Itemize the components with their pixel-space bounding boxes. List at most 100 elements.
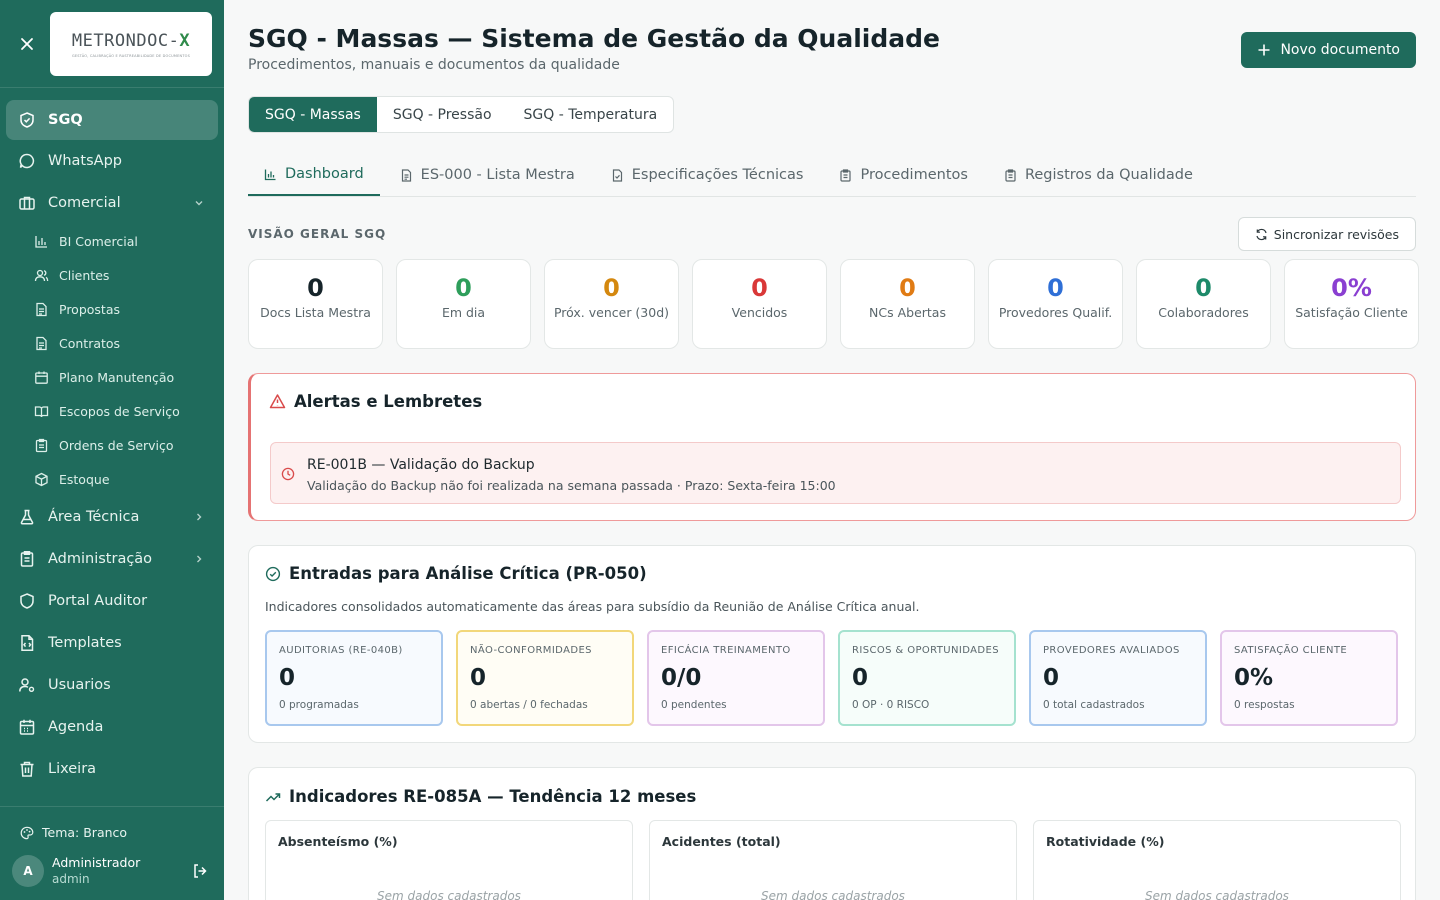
sidebar-item-portal-auditor[interactable]: Portal Auditor bbox=[0, 580, 224, 622]
indicator-empty-text: Sem dados cadastrados bbox=[761, 889, 905, 900]
file-text-icon bbox=[34, 302, 49, 317]
new-document-button[interactable]: Novo documento bbox=[1241, 32, 1416, 68]
page-title: SGQ - Massas — Sistema de Gestão da Qual… bbox=[248, 24, 940, 53]
kpi-label: SATISFAÇÃO CLIENTE bbox=[1234, 645, 1348, 656]
users-icon bbox=[34, 268, 49, 283]
clipboard-list-icon bbox=[1004, 168, 1017, 182]
kpi-value: 0% bbox=[1234, 665, 1274, 691]
stat-card: 0 Vencidos bbox=[692, 259, 827, 349]
trending-up-icon bbox=[265, 789, 281, 805]
sidebar-subitem-ordens[interactable]: Ordens de Serviço bbox=[0, 428, 224, 462]
sidebar-subitem-propostas[interactable]: Propostas bbox=[0, 292, 224, 326]
kpi-value: 0/0 bbox=[661, 665, 702, 691]
indicators-grid: Absenteísmo (%) Sem dados cadastrados Aci… bbox=[265, 820, 1401, 900]
indicator-name: Acidentes (total) bbox=[662, 834, 781, 849]
chevron-right-icon bbox=[192, 510, 206, 524]
indicator-name: Absenteísmo (%) bbox=[278, 834, 398, 849]
avatar: A bbox=[12, 855, 44, 887]
indicators-title: Indicadores RE-085A — Tendência 12 meses bbox=[265, 787, 696, 806]
stat-label: Satisfação Cliente bbox=[1295, 305, 1408, 320]
indicators-card: Indicadores RE-085A — Tendência 12 meses… bbox=[248, 767, 1416, 900]
tab-lista-mestra[interactable]: ES-000 - Lista Mestra bbox=[384, 154, 591, 196]
kpi-subtext: 0 programadas bbox=[279, 699, 359, 711]
chat-icon bbox=[18, 152, 36, 170]
sidebar-item-label: Templates bbox=[48, 635, 122, 651]
warning-icon bbox=[269, 393, 286, 410]
sidebar-item-usuarios[interactable]: Usuarios bbox=[0, 664, 224, 706]
file-code-icon bbox=[18, 634, 36, 652]
page-subtitle: Procedimentos, manuais e documentos da q… bbox=[248, 57, 620, 73]
sidebar-item-agenda[interactable]: Agenda bbox=[0, 706, 224, 748]
user-name: Administrador bbox=[52, 855, 141, 870]
segment-sgq-pressao[interactable]: SGQ - Pressão bbox=[377, 97, 508, 132]
kpi-value: 0 bbox=[1043, 665, 1060, 691]
sidebar-subitem-clientes[interactable]: Clientes bbox=[0, 258, 224, 292]
sidebar-subitem-contratos[interactable]: Contratos bbox=[0, 326, 224, 360]
sidebar-subitem-bi-comercial[interactable]: BI Comercial bbox=[0, 224, 224, 258]
stat-label: Próx. vencer (30d) bbox=[553, 305, 670, 320]
indicator-empty-text: Sem dados cadastrados bbox=[1145, 889, 1289, 900]
sidebar-subitem-escopos[interactable]: Escopos de Serviço bbox=[0, 394, 224, 428]
stat-label: Provedores Qualif. bbox=[998, 305, 1113, 320]
kpi-row: AUDITORIAS (RE-040B) 0 0 programadas NÃO-C… bbox=[265, 630, 1398, 726]
indicator-panel-rotatividade: Rotatividade (%) Sem dados cadastrados bbox=[1033, 820, 1401, 900]
stat-label: Vencidos bbox=[731, 305, 788, 320]
kpi-subtext: 0 OP · 0 RISCO bbox=[852, 699, 930, 711]
clock-icon bbox=[281, 467, 295, 481]
user-role: admin bbox=[52, 872, 90, 886]
stat-value: 0 bbox=[899, 274, 916, 302]
sidebar-item-area-tecnica[interactable]: Área Técnica bbox=[0, 496, 224, 538]
clipboard-icon bbox=[18, 550, 36, 568]
kpi-value: 0 bbox=[279, 665, 296, 691]
tab-procedimentos[interactable]: Procedimentos bbox=[823, 154, 983, 196]
sidebar-subitem-plano-manutencao[interactable]: Plano Manutenção bbox=[0, 360, 224, 394]
alert-item[interactable]: RE-001B — Validação do Backup Validação … bbox=[270, 442, 1401, 504]
kpi-subtext: 0 total cadastrados bbox=[1043, 699, 1145, 711]
critical-analysis-title: Entradas para Análise Crítica (PR-050) bbox=[265, 564, 647, 583]
sidebar-item-label: Usuarios bbox=[48, 677, 111, 693]
segment-sgq-temperatura[interactable]: SGQ - Temperatura bbox=[508, 97, 674, 132]
indicator-name: Rotatividade (%) bbox=[1046, 834, 1165, 849]
stat-value: 0 bbox=[603, 274, 620, 302]
indicator-empty-text: Sem dados cadastrados bbox=[377, 889, 521, 900]
trash-icon bbox=[18, 760, 36, 778]
calendar-icon bbox=[18, 718, 36, 736]
stat-card: 0 Próx. vencer (30d) bbox=[544, 259, 679, 349]
sidebar-item-sgq[interactable]: SGQ bbox=[6, 100, 218, 140]
segment-sgq-massas[interactable]: SGQ - Massas bbox=[249, 97, 377, 132]
stat-label: NCs Abertas bbox=[869, 305, 946, 320]
kpi-card: EFICÁCIA TREINAMENTO 0/0 0 pendentes bbox=[647, 630, 825, 726]
kpi-subtext: 0 abertas / 0 fechadas bbox=[470, 699, 588, 711]
sidebar-item-templates[interactable]: Templates bbox=[0, 622, 224, 664]
calendar-icon bbox=[34, 370, 49, 385]
stat-value: 0 bbox=[455, 274, 472, 302]
sidebar-header: METRONDOC-X GESTÃO, CALIBRAÇÃO E RASTREA… bbox=[0, 0, 224, 88]
close-icon[interactable] bbox=[17, 34, 37, 54]
file-check-icon bbox=[611, 168, 624, 182]
main-content: SGQ - Massas — Sistema de Gestão da Qual… bbox=[224, 0, 1440, 900]
logo-text: METRONDOC-X bbox=[71, 30, 191, 51]
sidebar-item-label: Administração bbox=[48, 551, 153, 567]
sgq-segment-control: SGQ - Massas SGQ - Pressão SGQ - Tempera… bbox=[248, 96, 675, 133]
shield-check-icon bbox=[18, 111, 36, 129]
stat-card: 0 NCs Abertas bbox=[840, 259, 975, 349]
stat-card: 0 Provedores Qualif. bbox=[988, 259, 1123, 349]
sidebar-subitem-estoque[interactable]: Estoque bbox=[0, 462, 224, 496]
tab-especificacoes[interactable]: Especificações Técnicas bbox=[595, 154, 820, 196]
refresh-icon bbox=[1255, 228, 1268, 241]
tab-registros[interactable]: Registros da Qualidade bbox=[988, 154, 1209, 196]
theme-toggle[interactable]: Tema: Branco bbox=[20, 825, 127, 840]
sidebar-item-administracao[interactable]: Administração bbox=[0, 538, 224, 580]
critical-analysis-card: Entradas para Análise Crítica (PR-050) I… bbox=[248, 545, 1416, 743]
sidebar-item-whatsapp[interactable]: WhatsApp bbox=[0, 140, 224, 182]
kpi-label: NÃO-CONFORMIDADES bbox=[470, 645, 592, 656]
sync-revisions-button[interactable]: Sincronizar revisões bbox=[1237, 217, 1416, 251]
logout-icon[interactable] bbox=[192, 863, 208, 879]
file-text-icon bbox=[34, 336, 49, 351]
alert-detail: Validação do Backup não foi realizada na… bbox=[307, 478, 836, 493]
sidebar-item-lixeira[interactable]: Lixeira bbox=[0, 748, 224, 790]
sidebar-item-comercial[interactable]: Comercial bbox=[0, 182, 224, 224]
kpi-label: EFICÁCIA TREINAMENTO bbox=[661, 645, 791, 656]
logo: METRONDOC-X GESTÃO, CALIBRAÇÃO E RASTREA… bbox=[50, 12, 212, 76]
tab-dashboard[interactable]: Dashboard bbox=[248, 154, 380, 196]
